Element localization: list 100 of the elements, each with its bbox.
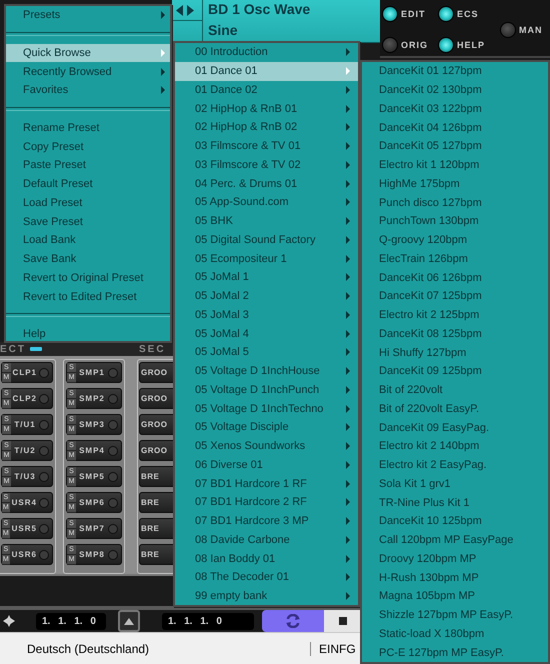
menu-item[interactable]: 05 Voltage D 1InchPunch — [175, 380, 358, 400]
pad-button[interactable]: GROO — [139, 388, 174, 409]
menu-item[interactable]: 05 Voltage D 1InchTechno — [175, 399, 358, 418]
menu-item[interactable]: Punch disco 127bpm — [362, 193, 548, 212]
menu-item[interactable]: DanceKit 02 130bpm — [362, 80, 548, 100]
up-button[interactable] — [118, 610, 140, 632]
menu-item[interactable]: Load Preset — [6, 194, 170, 212]
menu-item[interactable]: 05 JoMal 5 — [175, 343, 358, 362]
menu-item[interactable]: Revert to Edited Preset — [6, 287, 170, 306]
menu-item[interactable]: Help — [6, 324, 170, 344]
next-icon[interactable] — [186, 4, 195, 16]
mode-button[interactable]: MAN — [500, 20, 542, 40]
stop-icon — [339, 617, 347, 625]
menu-item[interactable]: DanceKit 03 122bpm — [362, 100, 548, 118]
pad-button[interactable]: BRE — [139, 544, 174, 565]
menu-item[interactable]: DanceKit 08 125bpm — [362, 324, 548, 344]
mode-button[interactable]: HELP — [438, 35, 496, 55]
menu-item[interactable]: Electro kit 2 140bpm — [362, 437, 548, 456]
menu-item[interactable]: 07 BD1 Hardcore 3 MP — [175, 512, 358, 530]
section-label: SEC — [139, 344, 166, 354]
pad-button[interactable]: BRE — [139, 492, 174, 513]
menu-item[interactable]: DanceKit 09 EasyPag. — [362, 418, 548, 437]
menu-item[interactable]: Magna 105bpm MP — [362, 587, 548, 606]
menu-item[interactable]: Load Bank — [6, 231, 170, 250]
menu-item[interactable]: 08 The Decoder 01 — [175, 568, 358, 587]
menu-item[interactable]: Quick Browse — [6, 44, 170, 62]
previous-icon[interactable] — [175, 4, 184, 16]
menu-item[interactable]: Paste Preset — [6, 156, 170, 175]
menu-item[interactable]: 07 BD1 Hardcore 2 RF — [175, 493, 358, 512]
pad-button[interactable]: GROO — [139, 414, 174, 435]
pad-button[interactable]: GROO — [139, 362, 174, 383]
menu-item[interactable]: Call 120bpm MP EasyPage — [362, 530, 548, 550]
menu-item[interactable]: PunchTown 130bpm — [362, 212, 548, 231]
pad-button[interactable]: BRE — [139, 518, 174, 539]
menu-item[interactable]: 05 Xenos Soundworks — [175, 436, 358, 456]
menu-item[interactable]: Copy Preset — [6, 137, 170, 156]
menu-item[interactable]: 04 Perc. & Drums 01 — [175, 174, 358, 193]
menu-item[interactable]: 08 Davide Carbone — [175, 530, 358, 550]
menu-item[interactable]: 02 HipHop & RnB 02 — [175, 118, 358, 137]
menu-item[interactable]: TR-Nine Plus Kit 1 — [362, 493, 548, 512]
menu-item[interactable]: DanceKit 01 127bpm — [362, 62, 548, 81]
menu-item[interactable]: Rename Preset — [6, 118, 170, 138]
menu-item[interactable]: DanceKit 09 125bpm — [362, 362, 548, 381]
stop-button[interactable] — [324, 610, 362, 632]
menu-item[interactable]: 03 Filmscore & TV 01 — [175, 136, 358, 156]
menu-item[interactable]: DanceKit 07 125bpm — [362, 287, 548, 306]
pad-button[interactable]: GROO — [139, 440, 174, 461]
menu-item[interactable]: 05 App-Sound.com — [175, 193, 358, 212]
menu-item[interactable]: DanceKit 04 126bpm — [362, 118, 548, 137]
menu-item[interactable]: Save Bank — [6, 250, 170, 268]
menu-item[interactable]: 02 HipHop & RnB 01 — [175, 99, 358, 118]
menu-item[interactable]: 05 Digital Sound Factory — [175, 230, 358, 250]
menu-item[interactable]: ElecTrain 126bpm — [362, 250, 548, 268]
menu-item[interactable]: Save Preset — [6, 212, 170, 231]
menu-item[interactable]: 99 empty bank — [175, 586, 358, 606]
menu-item[interactable]: Sola Kit 1 grv1 — [362, 474, 548, 494]
menu-item[interactable]: 05 Voltage Disciple — [175, 418, 358, 437]
menu-item[interactable]: Bit of 220volt — [362, 380, 548, 400]
menu-item[interactable]: Bit of 220volt EasyP. — [362, 400, 548, 418]
loop-icon — [285, 614, 301, 628]
menu-item[interactable]: DanceKit 06 126bpm — [362, 268, 548, 287]
settings-icon[interactable] — [3, 615, 15, 627]
menu-item[interactable]: 05 JoMal 1 — [175, 268, 358, 287]
menu-item[interactable]: Droovy 120bpm MP — [362, 550, 548, 568]
menu-item[interactable]: PC-E 127bpm MP EasyP. — [362, 643, 548, 662]
menu-item[interactable]: 07 BD1 Hardcore 1 RF — [175, 474, 358, 493]
menu-item[interactable]: 05 Ecompositeur 1 — [175, 249, 358, 268]
menu-item[interactable]: Default Preset — [6, 174, 170, 194]
mode-button[interactable]: EDIT — [382, 4, 438, 24]
menu-item[interactable]: DanceKit 05 127bpm — [362, 137, 548, 156]
menu-item[interactable]: Electro kit 2 125bpm — [362, 306, 548, 324]
menu-item[interactable]: 05 Voltage D 1InchHouse — [175, 362, 358, 380]
menu-item[interactable]: 05 BHK — [175, 212, 358, 230]
menu-item[interactable]: 05 JoMal 2 — [175, 286, 358, 306]
menu-item[interactable]: 05 JoMal 3 — [175, 306, 358, 324]
pad-button[interactable]: BRE — [139, 466, 174, 487]
menu-item[interactable]: Hi Shuffy 127bpm — [362, 343, 548, 362]
menu-item[interactable]: 01 Dance 01 — [175, 62, 358, 80]
menu-item[interactable]: Presets — [6, 6, 170, 25]
menu-item[interactable]: Static-load X 180bpm — [362, 624, 548, 644]
menu-item[interactable]: 05 JoMal 4 — [175, 324, 358, 343]
menu-item[interactable]: H-Rush 130bpm MP — [362, 568, 548, 587]
led-indicator — [108, 420, 118, 430]
menu-item[interactable]: 03 Filmscore & TV 02 — [175, 156, 358, 174]
menu-item[interactable]: Recently Browsed — [6, 62, 170, 81]
mode-button[interactable]: ORIG — [382, 35, 438, 55]
menu-item[interactable]: Shizzle 127bpm MP EasyP. — [362, 606, 548, 624]
menu-item[interactable]: HighMe 175bpm — [362, 174, 548, 194]
menu-item[interactable]: Electro kit 2 EasyPag. — [362, 456, 548, 474]
mode-button[interactable]: ECS — [438, 4, 496, 24]
menu-item[interactable]: 08 Ian Boddy 01 — [175, 549, 358, 568]
menu-item[interactable]: Favorites — [6, 81, 170, 100]
menu-item[interactable]: 00 Introduction — [175, 43, 358, 62]
menu-item[interactable]: DanceKit 10 125bpm — [362, 512, 548, 531]
menu-item[interactable]: Q-groovy 120bpm — [362, 230, 548, 250]
menu-item[interactable]: 06 Diverse 01 — [175, 456, 358, 474]
menu-item[interactable]: Revert to Original Preset — [6, 268, 170, 288]
menu-item[interactable]: Electro kit 1 120bpm — [362, 156, 548, 174]
triangle-up-icon — [124, 618, 134, 624]
menu-item[interactable]: 01 Dance 02 — [175, 80, 358, 100]
